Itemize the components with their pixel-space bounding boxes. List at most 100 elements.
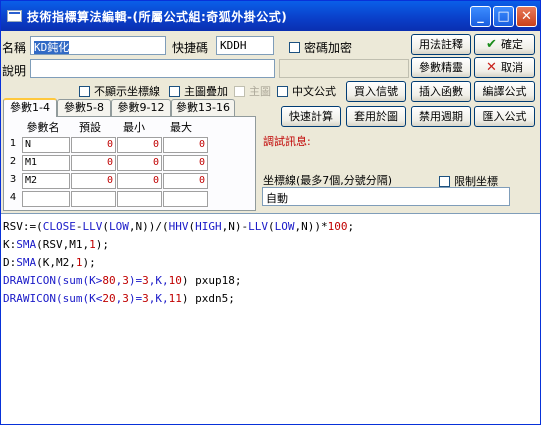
checkbox-box[interactable]: [289, 42, 300, 53]
shortcut-field[interactable]: KDDH: [216, 36, 274, 55]
insert-function-button[interactable]: 插入函數: [411, 81, 471, 102]
code-token: (sum(K>: [55, 274, 103, 287]
code-token: HHV: [168, 220, 189, 233]
checkbox-box[interactable]: [277, 85, 288, 97]
quick-calc-button[interactable]: 快速計算: [281, 106, 341, 127]
code-line[interactable]: D:SMA(K,M2,1);: [3, 254, 354, 272]
disable-period-button[interactable]: 禁用週期: [411, 106, 471, 127]
checkbox-box[interactable]: [79, 85, 90, 97]
description-field[interactable]: [30, 59, 275, 78]
code-token: RSV:=(: [3, 220, 43, 233]
param-name-cell[interactable]: M2: [22, 173, 70, 189]
header-name: 參數名: [26, 121, 60, 134]
main-chart-checkbox: 主圖: [234, 83, 271, 99]
code-token: ) pxdn5;: [181, 292, 235, 305]
axis-label: 坐標線(最多7個,分號分隔): [263, 174, 393, 187]
code-line[interactable]: DRAWICON(sum(K<20,3)=3,K,11) pxdn5;: [3, 290, 354, 308]
param-wizard-button[interactable]: 參數精靈: [411, 57, 471, 78]
description-label: 說明: [2, 64, 27, 78]
param-default-cell[interactable]: 0: [71, 155, 116, 171]
code-line[interactable]: RSV:=(CLOSE-LLV(LOW,N))/(HHV(HIGH,N)-LLV…: [3, 218, 354, 236]
axis-field[interactable]: 自動: [262, 187, 510, 206]
formula-editor-window: 技術指標算法編輯-(所屬公式組:奇狐外掛公式) _ □ ✕ 名稱 KD鈍化 快捷…: [0, 0, 541, 425]
param-max-cell[interactable]: 0: [163, 137, 208, 153]
window-title: 技術指標算法編輯-(所屬公式組:奇狐外掛公式): [27, 10, 288, 24]
code-token: D:: [3, 256, 17, 269]
code-line[interactable]: DRAWICON(sum(K>80,3)=3,K,10) pxup18;: [3, 272, 354, 290]
main-overlay-label: 主圖疊加: [184, 85, 228, 98]
param-name-cell[interactable]: M1: [22, 155, 70, 171]
code-token: (: [102, 220, 109, 233]
tab-params-13-16[interactable]: 參數13-16: [171, 99, 235, 116]
code-token: 11: [168, 292, 182, 305]
buy-signal-button[interactable]: 買入信號: [346, 81, 406, 102]
code-token: )=: [128, 274, 143, 287]
code-token: 3: [142, 292, 149, 305]
code-token: 3: [122, 292, 129, 305]
ok-button[interactable]: ✔ 確定: [474, 34, 535, 55]
code-content[interactable]: RSV:=(CLOSE-LLV(LOW,N))/(HHV(HIGH,N)-LLV…: [3, 218, 354, 308]
param-max-cell[interactable]: [163, 191, 208, 207]
compile-button[interactable]: 編譯公式: [474, 81, 535, 102]
usage-notes-button[interactable]: 用法註釋: [411, 34, 471, 55]
chinese-formula-label: 中文公式: [292, 85, 336, 98]
code-token: (: [268, 220, 275, 233]
main-overlay-checkbox[interactable]: 主圖疊加: [169, 83, 228, 99]
param-default-cell[interactable]: [71, 191, 116, 207]
param-min-cell[interactable]: 0: [117, 155, 162, 171]
apply-to-chart-button[interactable]: 套用於圖: [346, 106, 406, 127]
tab-params-9-12[interactable]: 參數9-12: [111, 99, 171, 116]
password-label: 密碼加密: [304, 41, 353, 55]
param-max-cell[interactable]: 0: [163, 155, 208, 171]
param-min-cell[interactable]: [117, 191, 162, 207]
title-bar[interactable]: 技術指標算法編輯-(所屬公式組:奇狐外掛公式) _ □ ✕: [1, 1, 540, 31]
cancel-button[interactable]: ✕ 取消: [474, 57, 535, 78]
minimize-button[interactable]: _: [470, 6, 491, 27]
param-name-cell[interactable]: N: [22, 137, 70, 153]
code-token: (sum(K<: [55, 292, 103, 305]
header-default: 預設: [79, 121, 101, 134]
param-default-cell[interactable]: 0: [71, 173, 116, 189]
code-editor[interactable]: RSV:=(CLOSE-LLV(LOW,N))/(HHV(HIGH,N)-LLV…: [1, 213, 540, 424]
tab-params-5-8[interactable]: 參數5-8: [57, 99, 111, 116]
code-token: LLV: [248, 220, 268, 233]
checkbox-box[interactable]: [169, 85, 180, 97]
main-chart-label: 主圖: [249, 85, 271, 98]
code-token: );: [82, 256, 96, 269]
password-checkbox[interactable]: 密碼加密: [289, 39, 352, 56]
close-button[interactable]: ✕: [516, 6, 537, 27]
name-value: KD鈍化: [34, 41, 70, 54]
checkbox-box[interactable]: [439, 175, 450, 187]
code-token: ,N)-: [221, 220, 249, 233]
code-token: DRAWICON: [3, 274, 56, 287]
tab-params-1-4[interactable]: 參數1-4: [3, 98, 57, 117]
cancel-label: 取消: [500, 61, 523, 74]
code-token: 1: [89, 238, 96, 251]
row-number: 4: [9, 192, 17, 203]
code-token: LOW: [109, 220, 129, 233]
code-token: 3: [122, 274, 129, 287]
maximize-button[interactable]: □: [493, 6, 514, 27]
debug-info-label: 調試訊息:: [263, 135, 311, 148]
code-token: ,K,: [148, 274, 169, 287]
hide-axis-label: 不顯示坐標線: [94, 85, 160, 98]
param-name-cell[interactable]: [22, 191, 70, 207]
chinese-formula-checkbox[interactable]: 中文公式: [277, 83, 336, 99]
name-field[interactable]: KD鈍化: [30, 36, 166, 55]
code-token: 1: [75, 256, 83, 269]
x-icon: ✕: [486, 60, 497, 75]
code-token: LOW: [274, 220, 295, 233]
param-max-cell[interactable]: 0: [163, 173, 208, 189]
ok-label: 確定: [500, 38, 523, 51]
description-field-extra: [279, 59, 409, 78]
code-token: SMA: [16, 238, 37, 251]
code-line[interactable]: K:SMA(RSV,M1,1);: [3, 236, 354, 254]
code-token: ,N))/(: [128, 220, 169, 233]
import-formula-button[interactable]: 匯入公式: [474, 106, 535, 127]
param-panel: 參數名 預設 最小 最大 1 N 0 0 0 2 M1 0 0 0 3 M2 0…: [3, 116, 256, 211]
param-min-cell[interactable]: 0: [117, 173, 162, 189]
param-min-cell[interactable]: 0: [117, 137, 162, 153]
checkbox-box: [234, 85, 245, 97]
hide-axis-checkbox[interactable]: 不顯示坐標線: [79, 83, 160, 99]
param-default-cell[interactable]: 0: [71, 137, 116, 153]
